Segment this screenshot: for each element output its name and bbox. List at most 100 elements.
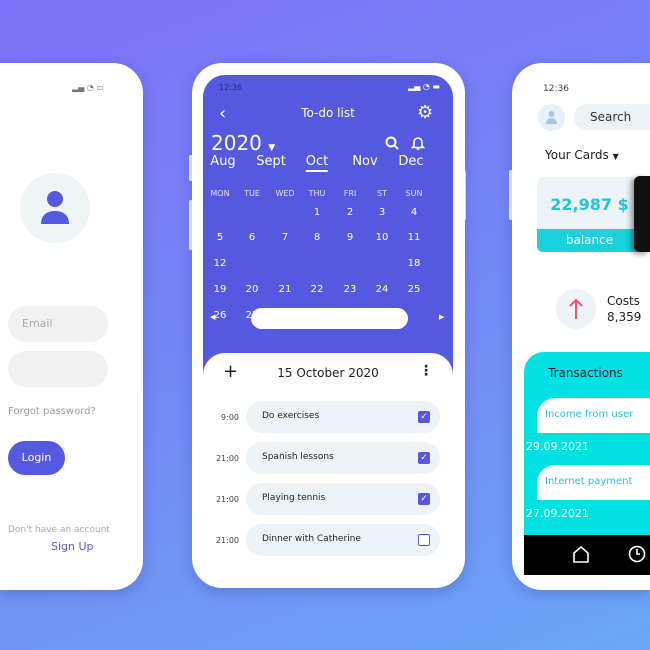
calendar-day[interactable]: 29 <box>311 310 324 321</box>
caret-down-icon: ▼ <box>268 143 276 153</box>
status-icons: ▂▄ ◔ ▭ <box>72 83 104 92</box>
weekday-label: WED <box>275 189 295 198</box>
task-item[interactable]: Do exercises ✓ <box>246 401 440 433</box>
checkbox-checked[interactable]: ✓ <box>418 411 430 423</box>
transaction-label: Income from user <box>545 409 634 420</box>
cards-label: Your Cards <box>545 148 609 162</box>
password-input[interactable] <box>8 351 108 387</box>
balance-card[interactable]: 22,987 $ balance <box>537 177 642 252</box>
costs-label: Costs <box>607 294 640 308</box>
transactions-title: Transactions <box>548 366 623 380</box>
calendar-day[interactable]: 23 <box>344 284 357 295</box>
wallet-phone: 12:36 Search Your Cards ▼ 22,987 $ balan… <box>512 63 650 590</box>
month-tab-sept[interactable]: Sept <box>256 154 286 169</box>
avatar[interactable] <box>538 104 565 131</box>
calendar-day[interactable]: 11 <box>408 232 421 243</box>
bell-icon[interactable] <box>411 135 425 150</box>
search-placeholder: Search <box>590 110 632 124</box>
transaction-item[interactable]: Income from user <box>537 398 650 433</box>
home-icon[interactable] <box>572 545 590 563</box>
login-phone: ▂▄ ◔ ▭ Email Forgot password? Login Don'… <box>0 63 143 590</box>
task-time: 21:00 <box>215 536 239 545</box>
task-time: 9:00 <box>221 413 239 422</box>
calendar-day[interactable]: 1 <box>314 207 320 218</box>
calendar-day[interactable]: 21 <box>279 284 292 295</box>
avatar <box>20 173 90 243</box>
calendar-day[interactable]: 15 <box>311 258 324 269</box>
gear-icon[interactable]: ⚙ <box>417 102 433 123</box>
calendar-day[interactable]: 5 <box>217 232 223 243</box>
task-item[interactable]: Spanish lessons ✓ <box>246 442 440 474</box>
checkbox-checked[interactable]: ✓ <box>418 452 430 464</box>
cards-dropdown[interactable]: Your Cards ▼ <box>545 148 619 162</box>
signup-link[interactable]: Sign Up <box>51 540 94 553</box>
month-tab-oct[interactable]: Oct <box>305 154 329 172</box>
calendar-day[interactable]: 22 <box>311 284 324 295</box>
transaction-item[interactable]: Internet payment <box>537 465 650 500</box>
balance-label: balance <box>565 233 614 247</box>
black-card[interactable] <box>634 176 650 252</box>
transactions-panel: Transactions Income from user 29.09.2021 I… <box>524 352 650 537</box>
no-account-text: Don't have an account <box>8 525 110 535</box>
calendar-day[interactable]: 4 <box>411 207 417 218</box>
checkbox-unchecked[interactable] <box>418 534 430 546</box>
calendar-day[interactable]: 14 <box>279 258 292 269</box>
month-tab-dec[interactable]: Dec <box>398 154 423 169</box>
calendar-day[interactable]: 24 <box>376 284 389 295</box>
calendar-day[interactable]: 13 <box>246 258 259 269</box>
calendar-day[interactable]: 10 <box>376 232 389 243</box>
status-time: 12:36 <box>543 84 569 94</box>
login-label: Login <box>21 451 52 464</box>
task-label: Do exercises <box>262 411 320 421</box>
calendar-day[interactable]: 2 <box>347 207 353 218</box>
calendar-day[interactable]: 7 <box>282 232 288 243</box>
more-icon[interactable]: ⋮ <box>419 363 433 379</box>
calendar-day[interactable]: 8 <box>314 232 320 243</box>
login-button[interactable]: Login <box>8 441 65 475</box>
calendar-day[interactable]: 12 <box>214 258 227 269</box>
task-item[interactable]: Playing tennis ✓ <box>246 483 440 515</box>
calendar-day[interactable]: 6 <box>249 232 255 243</box>
year-label: 2020 <box>211 131 262 155</box>
page-title: To-do list <box>301 106 355 120</box>
calendar-day[interactable]: 25 <box>408 284 421 295</box>
calendar-day[interactable]: 19 <box>214 284 227 295</box>
calendar-panel: 12:36 ▂▄ ◔ ▬ ‹ To-do list ⚙ 2020 ▼ Aug Se… <box>203 75 453 375</box>
balance-amount: 22,987 $ <box>550 195 629 214</box>
month-tab-nov[interactable]: Nov <box>352 154 377 169</box>
calendar-day[interactable]: 16 <box>344 258 357 269</box>
task-label: Playing tennis <box>262 493 326 503</box>
calendar-day[interactable]: 18 <box>408 258 421 269</box>
task-label: Dinner with Catherine <box>262 534 361 544</box>
search-input[interactable]: Search <box>574 104 650 130</box>
calendar-day[interactable]: 3 <box>379 207 385 218</box>
email-input[interactable]: Email <box>8 306 108 342</box>
tasks-sheet: + 15 October 2020 ⋮ 9:00 Do exercises ✓ 21:… <box>203 353 453 578</box>
todo-phone: 12:36 ▂▄ ◔ ▬ ‹ To-do list ⚙ 2020 ▼ Aug Se… <box>192 63 465 588</box>
calendar-day[interactable]: 28 <box>279 310 292 321</box>
weekday-label: FRI <box>343 189 357 198</box>
search-icon[interactable] <box>385 136 399 150</box>
transaction-date: 27.09.2021 <box>526 507 589 520</box>
selected-date: 15 October 2020 <box>277 366 379 380</box>
weekday-label: SUN <box>405 189 423 198</box>
weekday-label: TUE <box>244 189 260 198</box>
task-time: 21:00 <box>215 454 239 463</box>
clock-icon[interactable] <box>628 545 646 563</box>
calendar-day[interactable]: 30 <box>344 310 357 321</box>
weekday-label: MON <box>210 189 230 198</box>
calendar-day[interactable]: 31 <box>376 310 389 321</box>
next-week-arrow[interactable]: ▶ <box>439 313 444 321</box>
forgot-password-link[interactable]: Forgot password? <box>8 406 96 417</box>
calendar-day[interactable]: 9 <box>347 232 353 243</box>
calendar-day[interactable]: 26 <box>214 310 227 321</box>
checkbox-checked[interactable]: ✓ <box>418 493 430 505</box>
calendar-day[interactable]: 27 <box>246 310 259 321</box>
year-selector[interactable]: 2020 ▼ <box>211 131 275 155</box>
task-item[interactable]: Dinner with Catherine <box>246 524 440 556</box>
calendar-day[interactable]: 20 <box>246 284 259 295</box>
month-tab-aug[interactable]: Aug <box>210 154 235 169</box>
status-icons: ▂▄ ◔ ▬ <box>408 82 440 91</box>
user-icon <box>41 191 69 224</box>
calendar-day[interactable]: 17 <box>376 258 389 269</box>
